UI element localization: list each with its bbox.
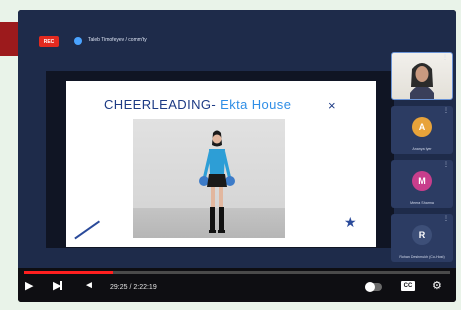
- meeting-title: Taleb Timofeyev / comm'ty: [88, 37, 147, 43]
- participant-tile-video[interactable]: ⋮: [391, 52, 453, 100]
- recording-badge: REC: [39, 36, 59, 47]
- meeting-top-bar: REC Taleb Timofeyev / comm'ty: [18, 10, 456, 48]
- participant-more-icon[interactable]: ⋮: [443, 108, 449, 114]
- captions-icon[interactable]: CC: [401, 281, 415, 291]
- participant-more-icon[interactable]: ⋮: [443, 162, 449, 168]
- participant-tile[interactable]: A Ananya Iyer ⋮: [391, 106, 453, 154]
- cheerleader-figure: [199, 130, 235, 233]
- play-icon[interactable]: ▶: [25, 281, 33, 292]
- autoplay-toggle[interactable]: [365, 282, 382, 292]
- participant-name: Meera Sharma: [410, 201, 434, 205]
- participant-avatar: M: [412, 171, 432, 191]
- presentation-slide: CHEERLEADING- Ekta House × ★: [66, 81, 376, 247]
- slide-title-main: CHEERLEADING-: [104, 97, 221, 112]
- slide-title: CHEERLEADING- Ekta House: [104, 97, 291, 112]
- cheerleader-photo: [133, 119, 285, 238]
- participant-tile[interactable]: R Rohan Deshmukh (Co-Host) ⋮: [391, 214, 453, 262]
- participant-avatar: R: [412, 225, 432, 245]
- slide-close-icon: ×: [328, 98, 336, 113]
- toggle-knob: [365, 282, 375, 292]
- cheer-figure-icon: ★: [344, 214, 357, 230]
- time-display: 29:25 / 2:22:19: [110, 284, 157, 291]
- participant-more-icon[interactable]: ⋮: [443, 216, 449, 222]
- slide-title-accent: Ekta House: [220, 97, 292, 112]
- player-controls: ▶ ▶​ ◄ 29:25 / 2:22:19 CC ⚙: [18, 268, 456, 302]
- decorative-red-bar: [0, 22, 20, 56]
- settings-icon[interactable]: ⚙: [432, 281, 442, 292]
- progress-bar[interactable]: [24, 271, 450, 274]
- video-player[interactable]: REC Taleb Timofeyev / comm'ty CHEERLEADI…: [18, 10, 456, 302]
- slide-decoration-line: [74, 220, 100, 239]
- progress-fill: [24, 271, 114, 274]
- participants-panel: ⋮ A Ananya Iyer ⋮ M Meera Sharma ⋮ R Roh…: [391, 52, 453, 266]
- participant-name: Rohan Deshmukh (Co-Host): [399, 255, 445, 259]
- volume-icon[interactable]: ◄: [84, 281, 94, 291]
- participant-avatar: A: [412, 117, 432, 137]
- participant-name: Ananya Iyer: [412, 147, 432, 151]
- next-icon[interactable]: ▶​: [53, 281, 63, 292]
- participant-tile[interactable]: M Meera Sharma ⋮: [391, 160, 453, 208]
- meeting-app-icon: [74, 37, 82, 45]
- meeting-frame: REC Taleb Timofeyev / comm'ty CHEERLEADI…: [18, 10, 456, 268]
- participant-more-icon[interactable]: ⋮: [442, 55, 448, 61]
